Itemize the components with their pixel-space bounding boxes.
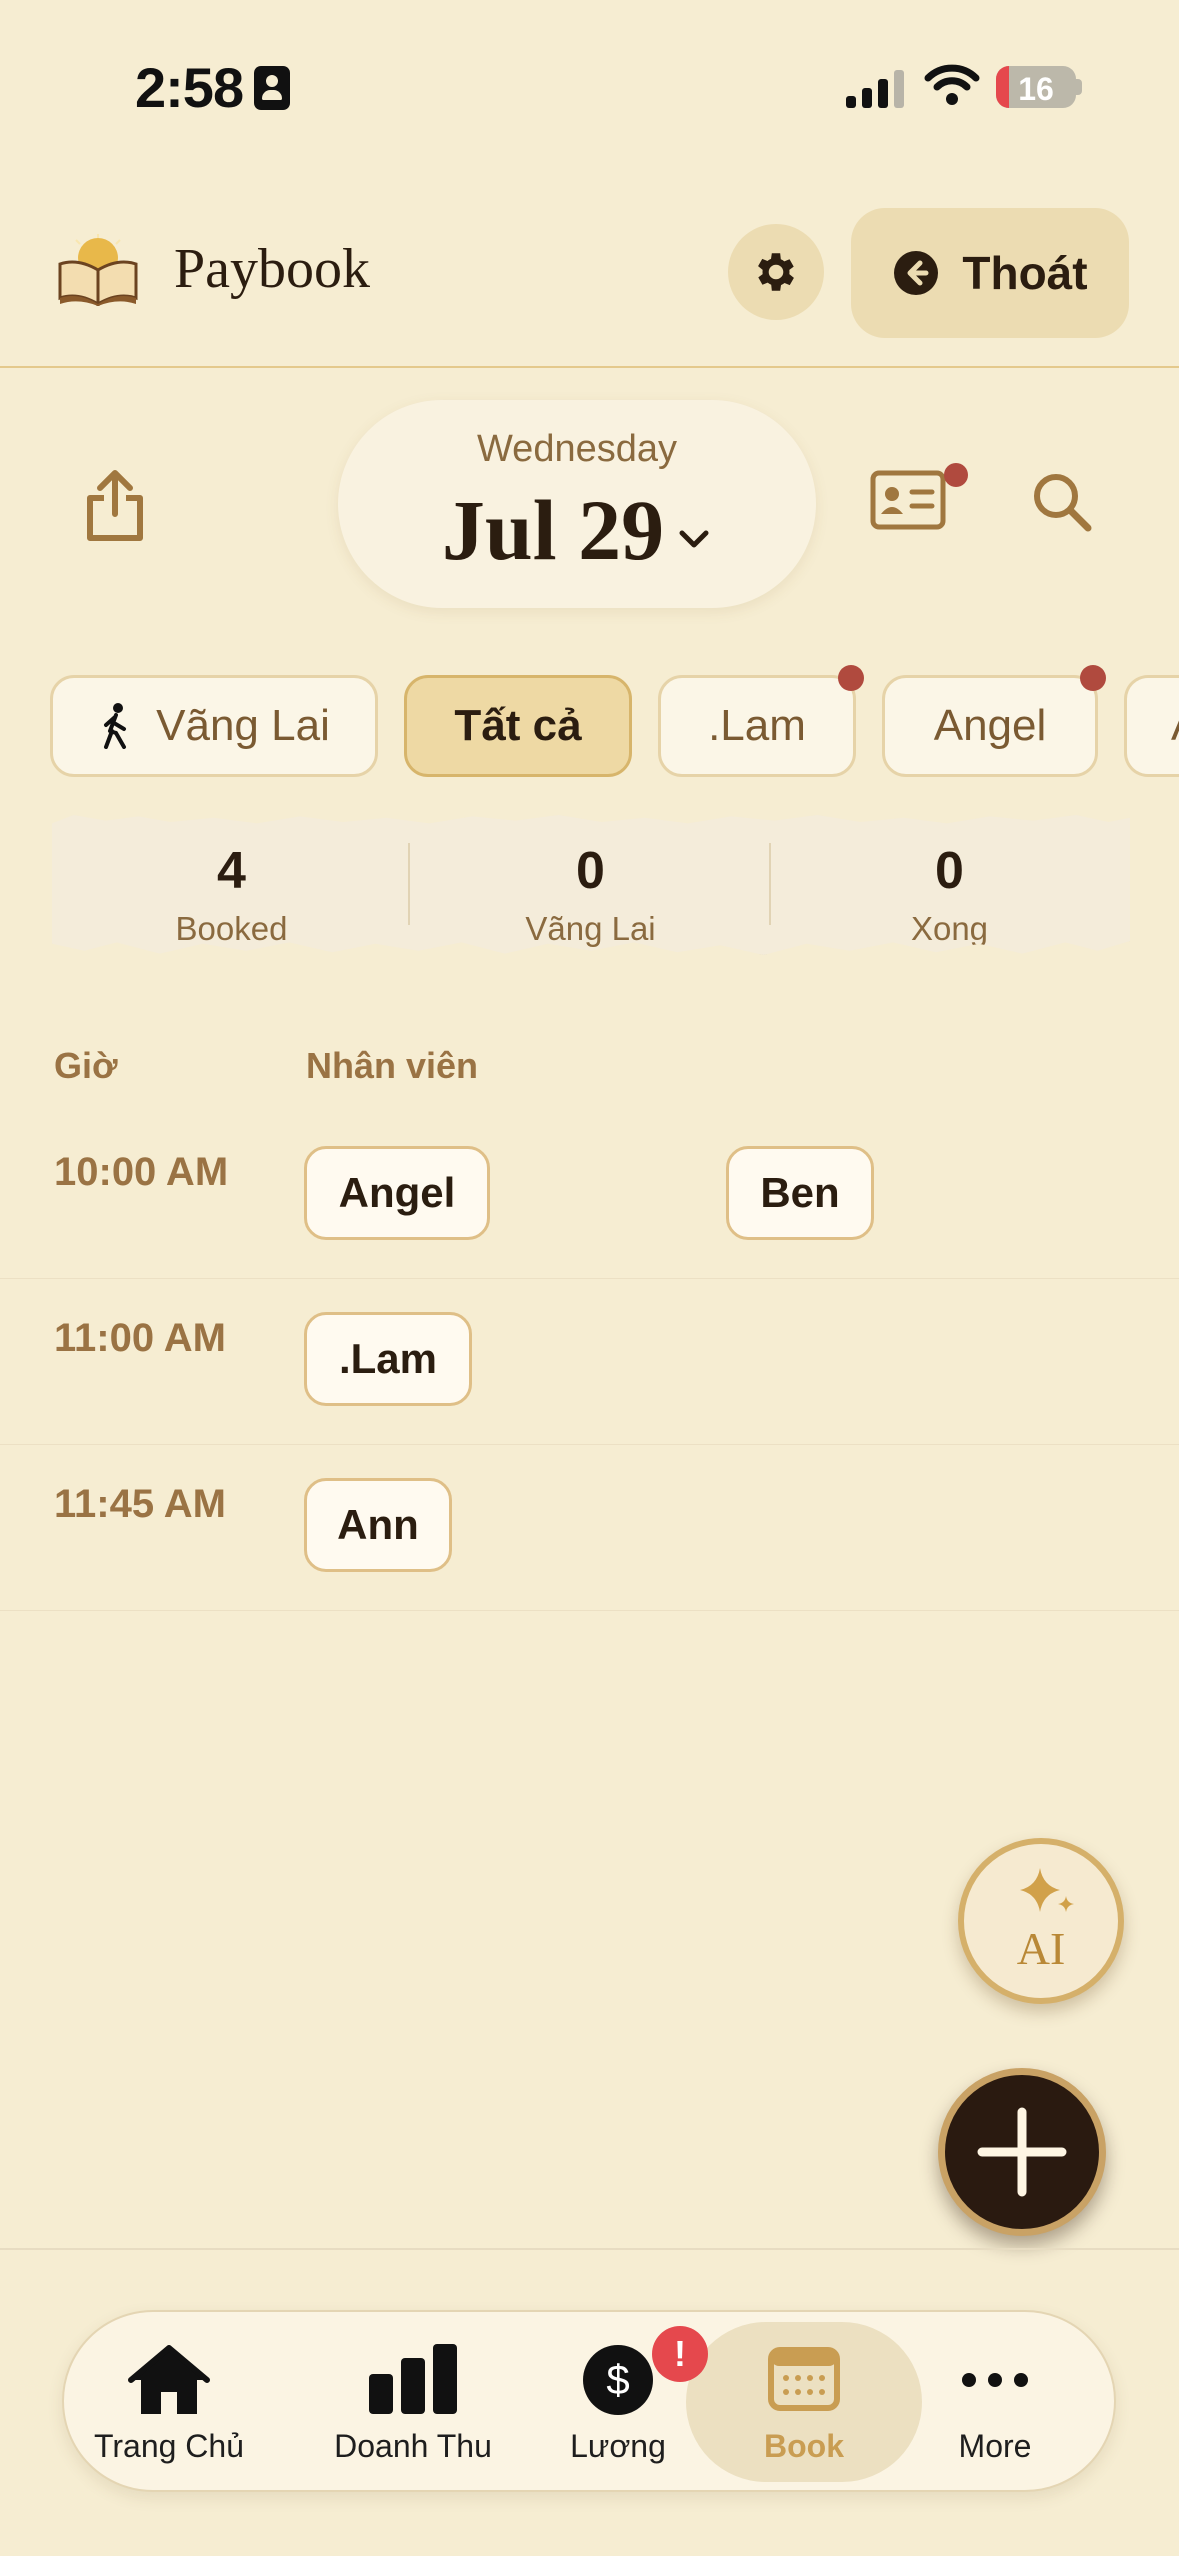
content-divider xyxy=(0,2248,1179,2250)
home-icon xyxy=(128,2345,210,2414)
selected-date: Jul 29 xyxy=(338,480,816,580)
app-title: Paybook xyxy=(174,238,370,300)
staff-booking-pill[interactable]: Ann xyxy=(304,1478,452,1572)
add-booking-button[interactable] xyxy=(938,2068,1106,2236)
filter-chip-partial[interactable]: A xyxy=(1124,675,1179,777)
ai-assistant-button[interactable]: AI xyxy=(958,1838,1124,2004)
stat-value: 0 xyxy=(935,842,964,900)
chevron-down-icon xyxy=(679,530,709,548)
settings-button[interactable] xyxy=(728,224,824,320)
time-slot-label: 11:45 AM xyxy=(54,1482,226,1526)
ai-label: AI xyxy=(1016,1923,1066,1974)
stat-done: 0 Xong xyxy=(770,815,1129,955)
stat-walk-in: 0 Vãng Lai xyxy=(411,815,770,955)
stat-divider xyxy=(408,843,410,925)
tab-label: Book xyxy=(764,2428,844,2464)
gear-icon xyxy=(758,253,794,291)
tab-label: More xyxy=(958,2428,1032,2464)
filter-chip-lam[interactable]: .Lam xyxy=(658,675,856,777)
bottom-tab-bar: Trang Chủ Doanh Thu $ Lương ! Book More xyxy=(62,2310,1116,2492)
bar-chart-icon xyxy=(369,2344,457,2414)
stat-label: Xong xyxy=(910,910,989,947)
alert-badge: ! xyxy=(652,2326,708,2382)
logout-button[interactable]: Thoát xyxy=(851,208,1129,338)
stat-value: 0 xyxy=(576,842,605,900)
filter-chip-walk-in[interactable]: Vãng Lai xyxy=(50,675,378,777)
staff-booking-pill[interactable]: Angel xyxy=(304,1146,490,1240)
plus-icon xyxy=(977,2107,1067,2197)
stat-label: Booked xyxy=(175,910,288,947)
logout-label: Thoát xyxy=(962,247,1088,299)
row-divider xyxy=(0,1444,1179,1445)
filter-chip-label: Angel xyxy=(933,701,1047,750)
calendar-icon xyxy=(768,2347,840,2411)
svg-text:$: $ xyxy=(606,2356,629,2403)
filter-chip-label: .Lam xyxy=(708,701,806,750)
cellular-signal-icon xyxy=(846,68,904,108)
status-time: 2:58 xyxy=(135,56,244,119)
column-header-staff: Nhân viên xyxy=(306,1045,479,1086)
filter-chip-all[interactable]: Tất cả xyxy=(404,675,632,777)
share-button[interactable] xyxy=(80,468,150,544)
battery-percent: 16 xyxy=(1018,71,1054,107)
stats-summary-card: 4 Booked 0 Vãng Lai 0 Xong xyxy=(52,815,1130,955)
date-picker[interactable]: Wednesday Jul 29 xyxy=(338,400,816,608)
arrow-left-circle-icon xyxy=(894,251,939,295)
tab-label: Trang Chủ xyxy=(94,2428,244,2464)
staff-booking-pill[interactable]: Ben xyxy=(726,1146,874,1240)
filter-chip-angel[interactable]: Angel xyxy=(882,675,1098,777)
stat-booked: 4 Booked xyxy=(52,815,411,955)
filter-chip-label: Vãng Lai xyxy=(156,701,330,750)
stat-value: 4 xyxy=(217,842,246,900)
battery-icon: 16 xyxy=(996,66,1076,108)
search-button[interactable] xyxy=(1030,470,1094,534)
row-divider xyxy=(0,1610,1179,1611)
filter-chip-badge xyxy=(838,665,864,691)
tab-more[interactable]: More xyxy=(920,2312,1070,2494)
dollar-icon: $ xyxy=(583,2345,653,2415)
date-weekday: Wednesday xyxy=(477,428,677,470)
time-slot-label: 11:00 AM xyxy=(54,1316,226,1360)
time-slot-label: 10:00 AM xyxy=(54,1150,229,1194)
filter-chip-label: Tất cả xyxy=(454,701,582,750)
tab-label: Doanh Thu xyxy=(334,2428,492,2464)
column-header-time: Giờ xyxy=(54,1045,118,1086)
more-dots-icon xyxy=(962,2373,1028,2387)
notification-dot xyxy=(944,463,968,487)
filter-chip-badge xyxy=(1080,665,1106,691)
tab-book[interactable]: Book xyxy=(724,2312,884,2494)
stat-label: Vãng Lai xyxy=(525,910,656,947)
contact-card-button[interactable] xyxy=(870,470,946,530)
walking-person-icon xyxy=(104,703,127,749)
battery-tip xyxy=(1076,79,1082,95)
tab-revenue[interactable]: Doanh Thu xyxy=(318,2312,508,2494)
header-divider xyxy=(0,366,1179,368)
filter-chip-label: A xyxy=(1171,701,1179,751)
staff-booking-pill[interactable]: .Lam xyxy=(304,1312,472,1406)
wifi-icon xyxy=(924,64,980,105)
tab-label: Lương xyxy=(570,2428,666,2464)
sparkle-icon xyxy=(1020,1868,1074,1912)
open-book-logo-icon xyxy=(58,234,138,306)
tab-home[interactable]: Trang Chủ xyxy=(84,2312,254,2494)
selected-date-text: Jul 29 xyxy=(441,482,665,578)
contact-indicator-icon xyxy=(254,66,290,110)
row-divider xyxy=(0,1278,1179,1279)
